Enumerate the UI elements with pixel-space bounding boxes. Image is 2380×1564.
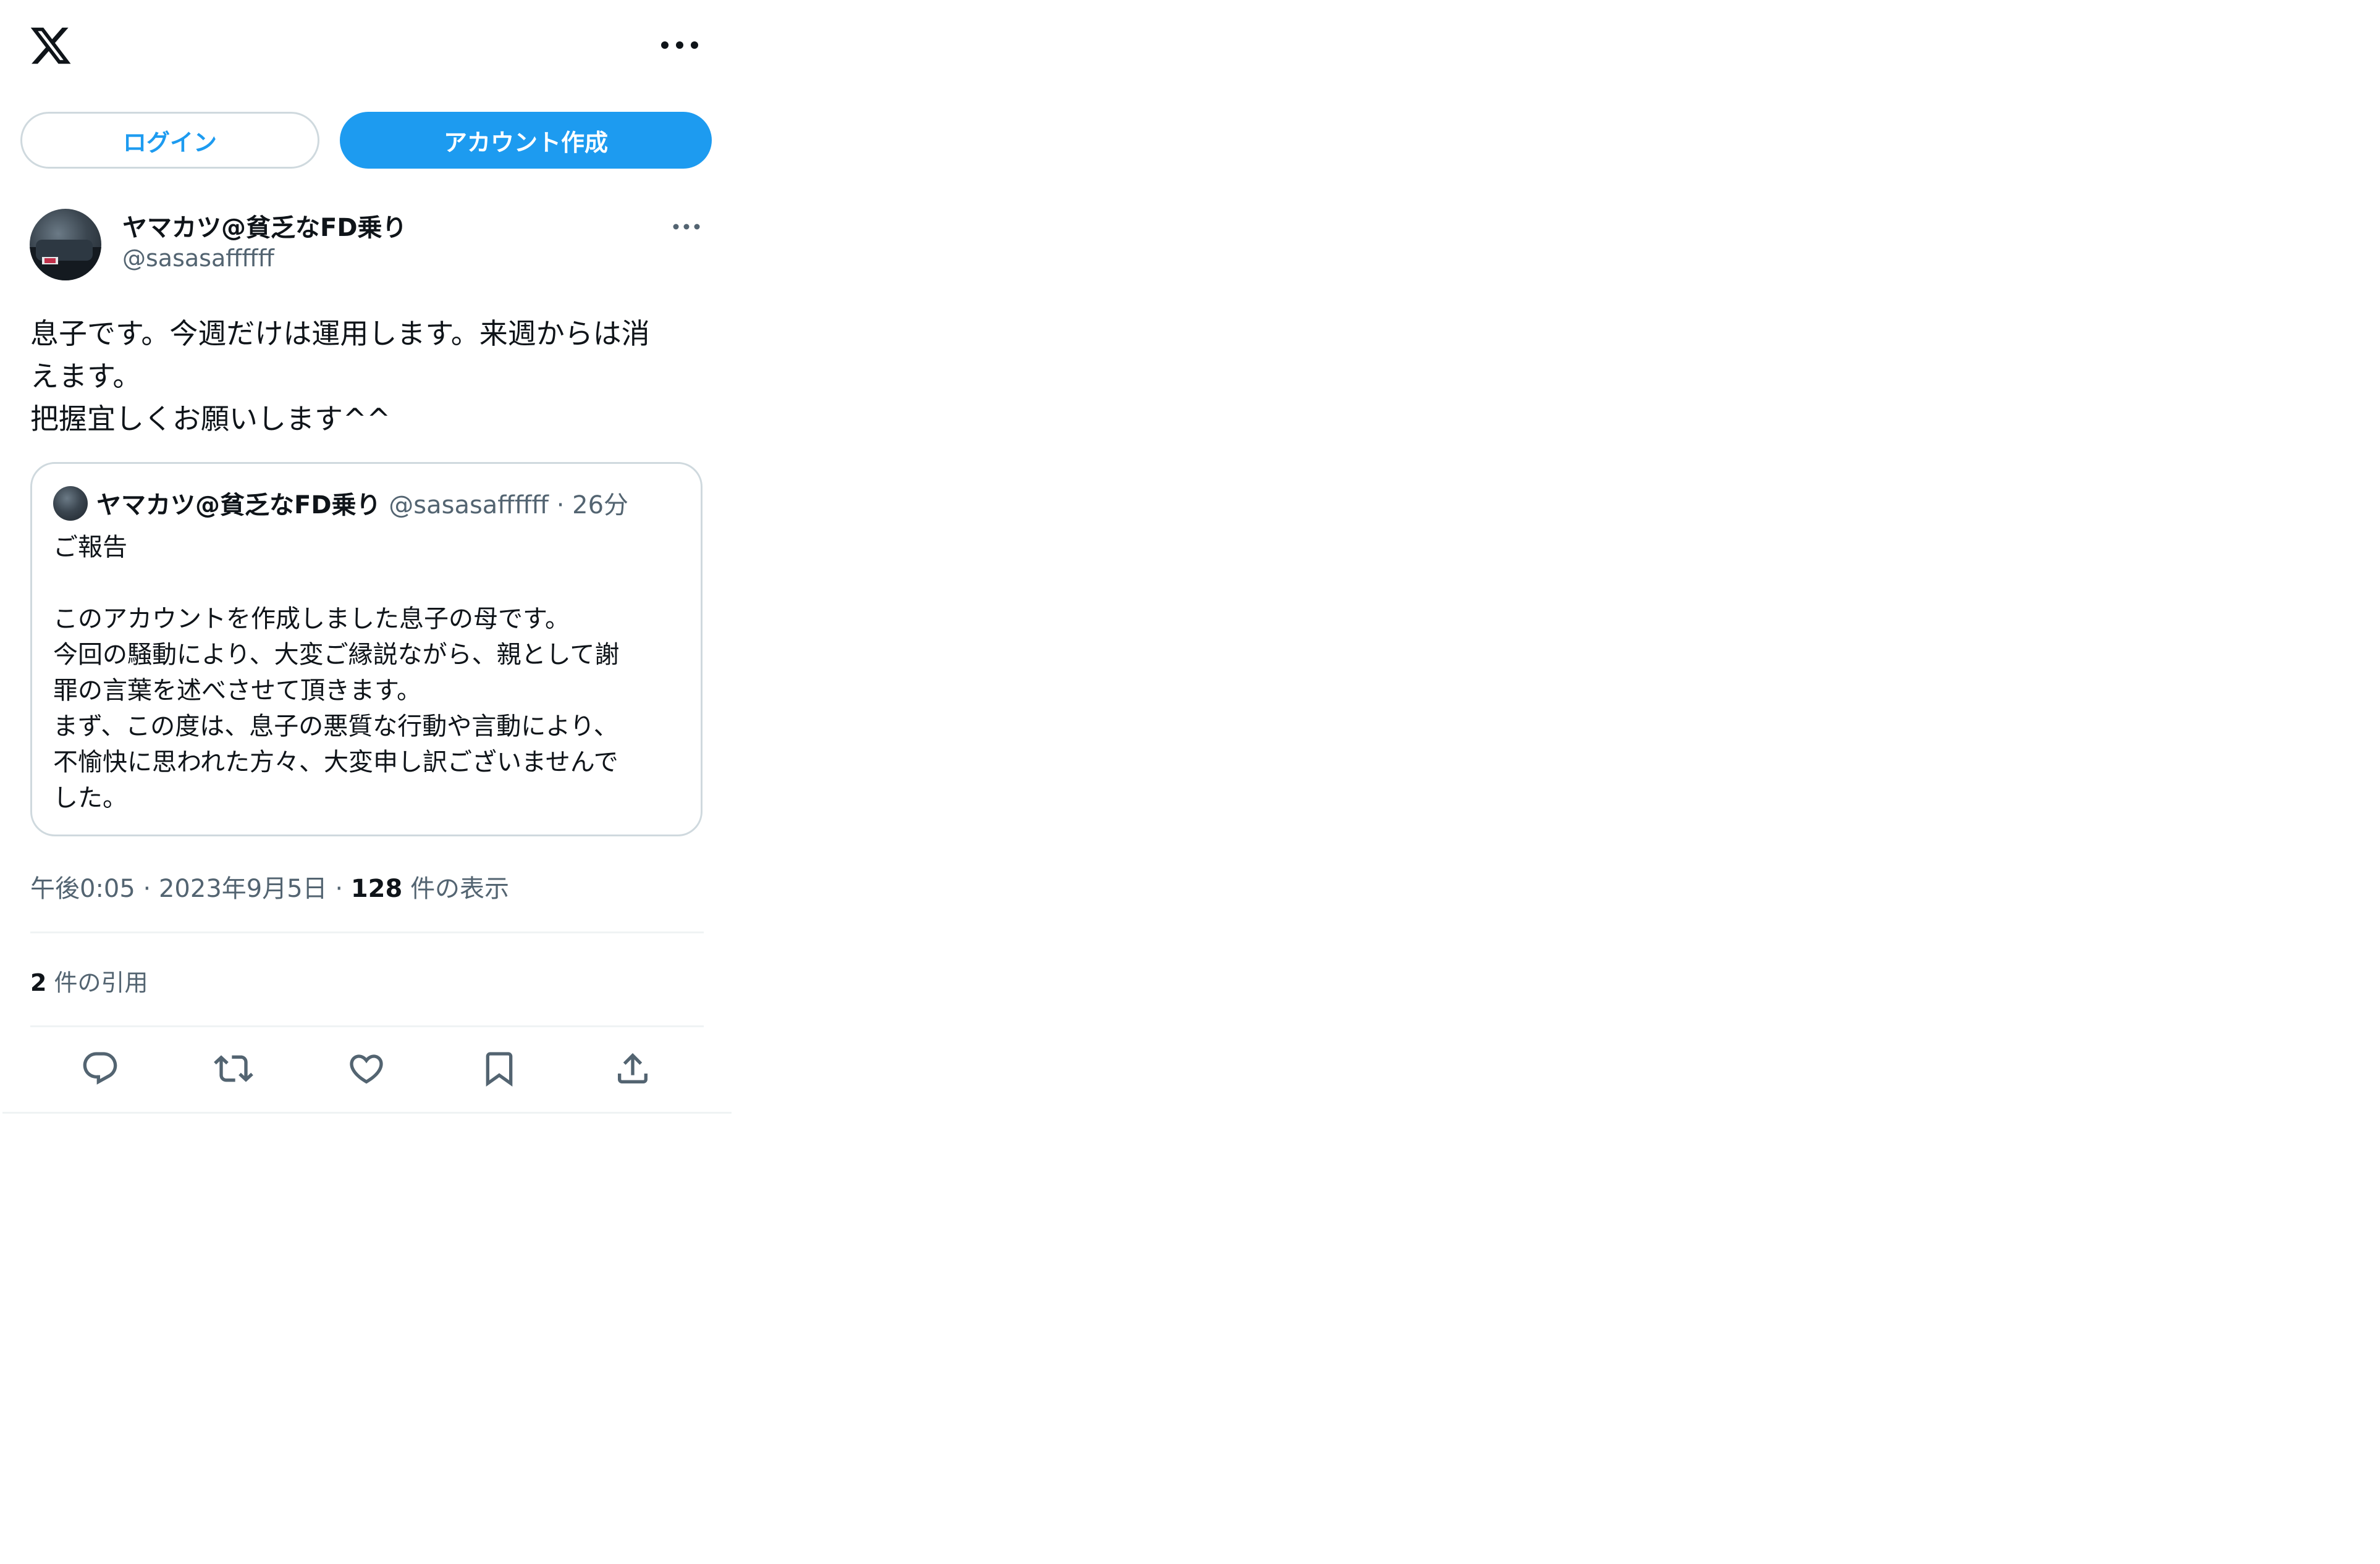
repost-icon[interactable] <box>214 1049 253 1088</box>
x-logo-icon[interactable] <box>28 23 73 68</box>
tweet-page: ログイン アカウント作成 ヤマカツ@貧乏なFD乗り @sasasaffffff … <box>0 0 732 1114</box>
quotes-link[interactable]: 2 件の引用 <box>30 964 148 998</box>
divider <box>2 1112 732 1114</box>
quotes-count: 2 <box>30 969 47 996</box>
post-meta: 午後0:05 · 2023年9月5日 · 128 件の表示 <box>30 868 509 904</box>
quoted-post-card[interactable]: ヤマカツ@貧乏なFD乗り @sasasaffffff · 26分 ご報告 このア… <box>30 462 703 836</box>
views-count: 128 <box>350 875 403 903</box>
divider <box>30 931 704 933</box>
quotes-label: 件の引用 <box>54 969 148 996</box>
quoted-time: 26分 <box>572 491 629 519</box>
quoted-text: ご報告 このアカウントを作成しました息子の母です。 今回の騒動により、大変ご縁説… <box>53 533 620 812</box>
create-account-button[interactable]: アカウント作成 <box>340 112 712 169</box>
post-text: 息子です。今週だけは運用します。来週からは消 えます。 把握宜しくお願いします^… <box>30 317 650 435</box>
post-date[interactable]: 2023年9月5日 <box>159 875 327 903</box>
post-time[interactable]: 午後0:05 <box>30 875 135 903</box>
quoted-separator: · <box>556 491 565 519</box>
author-handle[interactable]: @sasasaffffff <box>122 245 274 272</box>
author-name[interactable]: ヤマカツ@貧乏なFD乗り <box>122 208 407 243</box>
share-icon[interactable] <box>613 1049 652 1088</box>
login-button[interactable]: ログイン <box>20 112 319 169</box>
avatar[interactable] <box>30 209 101 280</box>
quoted-header: ヤマカツ@貧乏なFD乗り @sasasaffffff · 26分 <box>96 485 628 521</box>
meta-separator: · <box>335 875 351 903</box>
post-more-icon[interactable] <box>672 221 701 232</box>
quoted-avatar <box>53 486 88 521</box>
bookmark-icon[interactable] <box>479 1049 519 1088</box>
quoted-author-handle: @sasasaffffff <box>389 491 549 519</box>
meta-separator: · <box>143 875 159 903</box>
quoted-author-name: ヤマカツ@貧乏なFD乗り <box>96 491 381 519</box>
divider <box>30 1025 704 1027</box>
like-icon[interactable] <box>347 1049 386 1088</box>
reply-icon[interactable] <box>80 1049 120 1088</box>
more-horizontal-icon[interactable] <box>656 36 703 54</box>
views-label: 件の表示 <box>410 875 510 903</box>
